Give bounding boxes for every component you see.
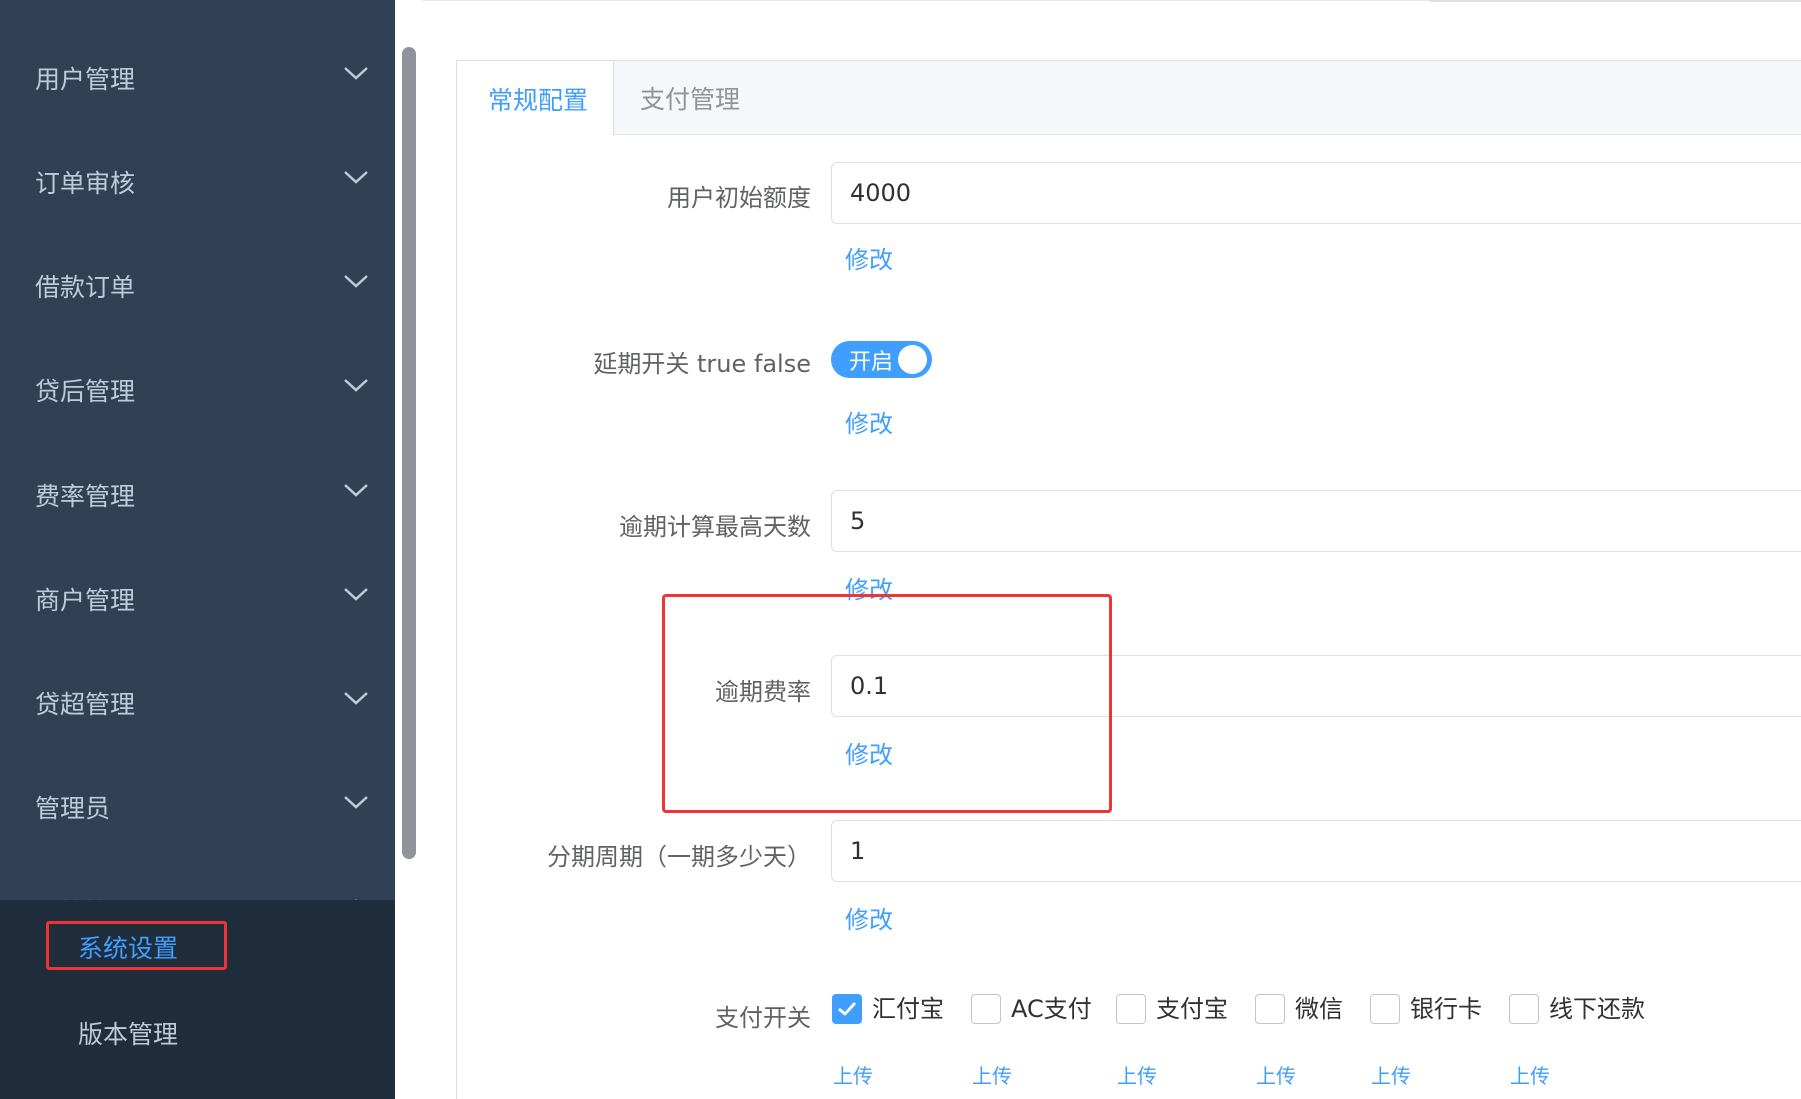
initial-quota-input[interactable]: [831, 162, 1801, 224]
sidebar-item-label: 商户管理: [35, 585, 136, 615]
sidebar-subitem-label: 版本管理: [78, 1020, 179, 1049]
highlight-annotation-overdue-rate: [662, 594, 1112, 813]
payment-option-alipay-label[interactable]: 支付宝: [1156, 994, 1228, 1024]
sidebar-item-label: 贷超管理: [35, 689, 136, 719]
payment-option-huifubao-upload-link[interactable]: 上传: [833, 1060, 873, 1089]
tab-label: 常规配置: [488, 85, 589, 115]
header-divider-accent: [1430, 0, 1801, 2]
installment-period-edit-link[interactable]: 修改: [845, 900, 893, 935]
overdue-max-days-label: 逾期计算最高天数: [619, 513, 811, 541]
overdue-max-days-input[interactable]: [831, 490, 1801, 552]
chevron-down-icon: [344, 587, 368, 601]
payment-option-alipay-upload-link[interactable]: 上传: [1117, 1060, 1157, 1089]
installment-period-input[interactable]: [831, 820, 1801, 882]
sidebar-subitem-version-management[interactable]: 版本管理: [0, 990, 395, 1076]
switch-on-text: 开启: [849, 350, 894, 375]
payment-option-acpay-label[interactable]: AC支付: [1011, 994, 1092, 1024]
sidebar-item-label: 用户管理: [35, 64, 136, 94]
sidebar-item-merchant-management[interactable]: 商户管理: [0, 550, 395, 647]
sidebar-item-user-management[interactable]: 用户管理: [0, 29, 395, 126]
chevron-down-icon: [344, 795, 368, 809]
initial-quota-edit-link[interactable]: 修改: [845, 240, 893, 275]
installment-period-label: 分期周期（一期多少天）: [547, 843, 811, 871]
payment-option-offline-checkbox[interactable]: [1509, 994, 1539, 1024]
payment-option-alipay-checkbox[interactable]: [1116, 994, 1146, 1024]
payment-option-huifubao-label[interactable]: 汇付宝: [872, 994, 944, 1024]
sidebar-item-label: 管理员: [35, 793, 111, 823]
sidebar-item-label: 费率管理: [35, 481, 136, 511]
chevron-down-icon: [344, 483, 368, 497]
extension-toggle-switch[interactable]: 开启: [831, 341, 932, 378]
tab-label: 支付管理: [640, 85, 741, 114]
highlight-annotation-menu: [46, 921, 227, 970]
payment-option-acpay-checkbox[interactable]: [971, 994, 1001, 1024]
sidebar-item-loan-orders[interactable]: 借款订单: [0, 237, 395, 334]
chevron-down-icon: [344, 170, 368, 184]
sidebar-item-order-review[interactable]: 订单审核: [0, 133, 395, 230]
sidebar-item-post-loan[interactable]: 贷后管理: [0, 341, 395, 438]
tab-payment-management[interactable]: 支付管理: [640, 61, 790, 135]
payment-option-bankcard-label[interactable]: 银行卡: [1410, 994, 1482, 1024]
chevron-down-icon: [344, 66, 368, 80]
chevron-down-icon: [344, 691, 368, 705]
chevron-down-icon: [344, 378, 368, 392]
payment-option-wechat-upload-link[interactable]: 上传: [1256, 1060, 1296, 1089]
payment-option-offline-upload-link[interactable]: 上传: [1510, 1060, 1550, 1089]
payment-option-huifubao-checkbox[interactable]: [832, 994, 862, 1024]
payment-switch-label: 支付开关: [715, 1004, 811, 1032]
sidebar-item-label: 订单审核: [35, 168, 136, 198]
payment-option-bankcard-checkbox[interactable]: [1370, 994, 1400, 1024]
extension-switch-edit-link[interactable]: 修改: [845, 404, 893, 439]
payment-option-wechat-label[interactable]: 微信: [1295, 994, 1343, 1024]
tab-general-config[interactable]: 常规配置: [457, 61, 614, 136]
sidebar-item-label: 借款订单: [35, 272, 136, 302]
payment-option-offline-label[interactable]: 线下还款: [1549, 994, 1645, 1024]
chevron-down-icon: [344, 274, 368, 288]
sidebar-item-rate-management[interactable]: 费率管理: [0, 446, 395, 543]
switch-knob: [898, 345, 927, 374]
payment-option-wechat-checkbox[interactable]: [1255, 994, 1285, 1024]
sidebar-item-label: 贷后管理: [35, 376, 136, 406]
sidebar-scrollbar[interactable]: [402, 47, 416, 859]
sidebar-item-administrators[interactable]: 管理员: [0, 758, 395, 855]
check-icon: [838, 1002, 857, 1016]
extension-switch-label: 延期开关 true false: [593, 350, 811, 378]
sidebar-item-loan-market[interactable]: 贷超管理: [0, 654, 395, 751]
payment-option-acpay-upload-link[interactable]: 上传: [972, 1060, 1012, 1089]
initial-quota-label: 用户初始额度: [667, 184, 811, 212]
payment-option-bankcard-upload-link[interactable]: 上传: [1371, 1060, 1411, 1089]
